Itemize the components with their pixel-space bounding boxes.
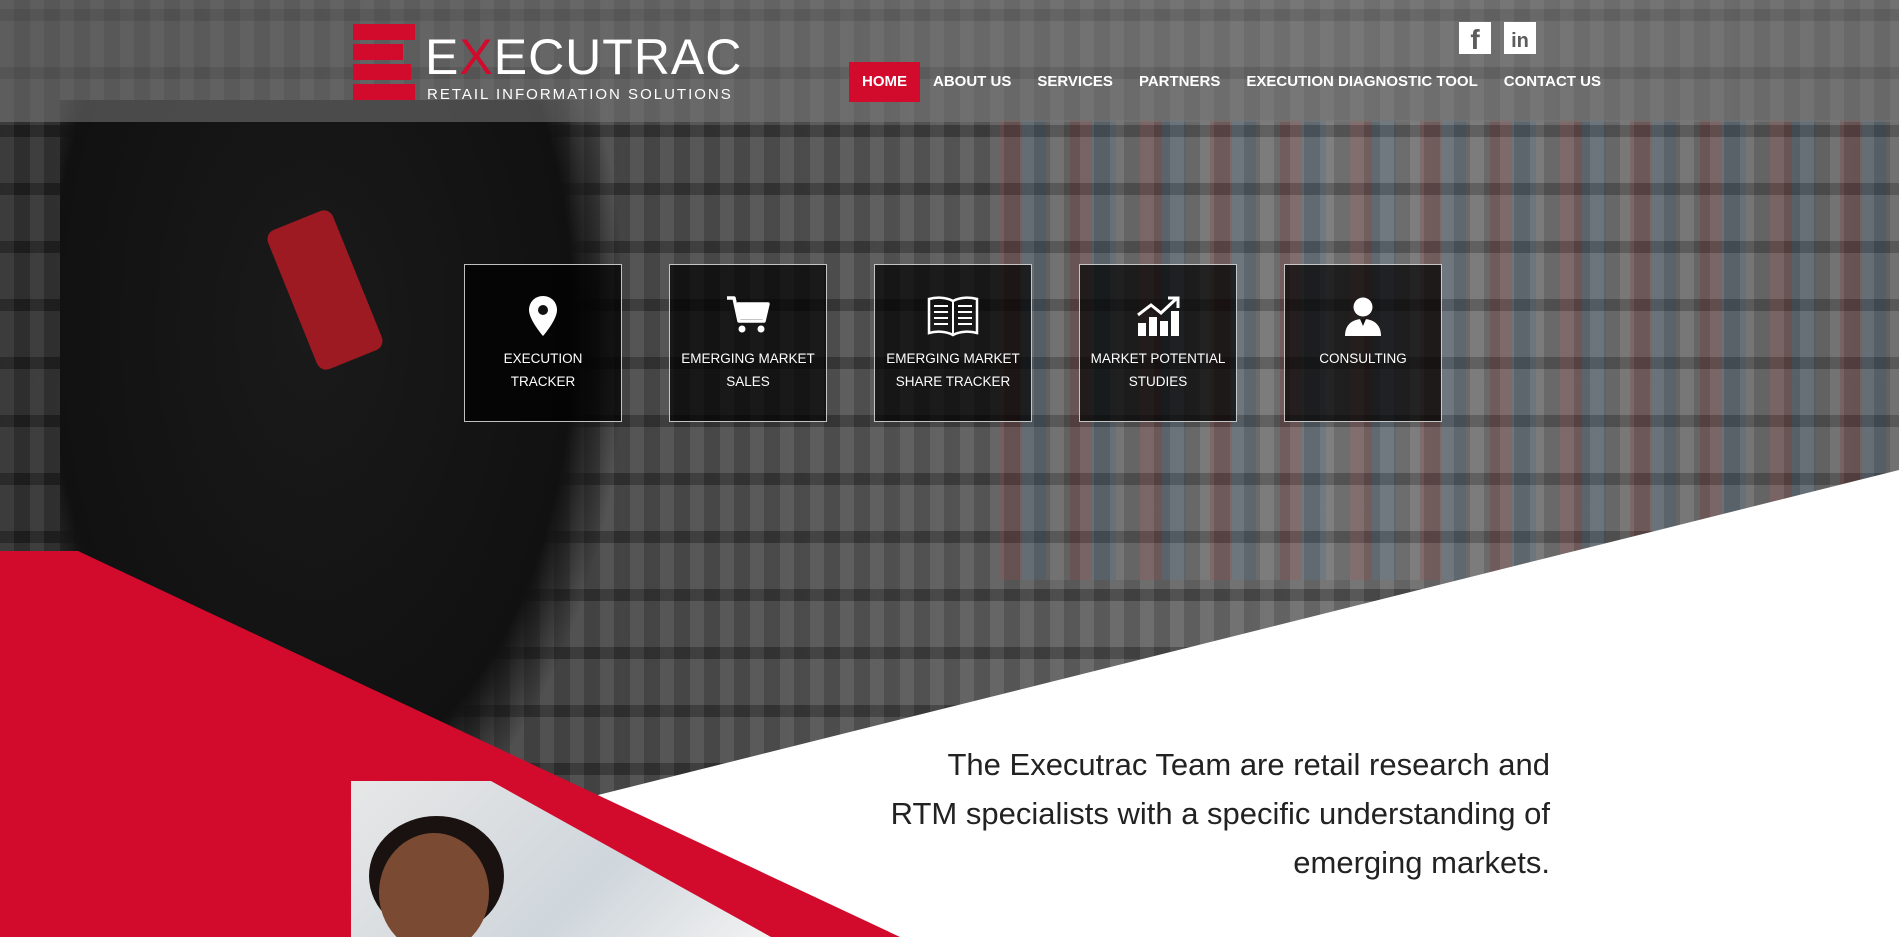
nav-contact-us[interactable]: CONTACT US	[1491, 62, 1614, 102]
logo-wordmark: EXECUTRAC	[425, 29, 743, 85]
tile-execution-tracker[interactable]: EXECUTION TRACKER	[464, 264, 622, 422]
tile-label: EMERGING MARKET SALES	[681, 351, 815, 389]
hero-section: EXECUTRAC RETAIL INFORMATION SOLUTIONS f…	[0, 0, 1899, 937]
service-tiles: EXECUTION TRACKER EMERGING MARKET SALES …	[464, 264, 1444, 424]
logo-mark-icon	[353, 24, 415, 102]
shopping-cart-icon	[727, 296, 770, 333]
nav-home[interactable]: HOME	[849, 62, 920, 102]
tile-emerging-market-share-tracker[interactable]: EMERGING MARKET SHARE TRACKER	[874, 264, 1032, 422]
tile-label: CONSULTING	[1319, 351, 1407, 366]
about-intro-text: The Executrac Team are retail research a…	[890, 747, 1550, 880]
header-bar	[0, 0, 1899, 122]
tile-label: EMERGING MARKET SHARE TRACKER	[886, 351, 1020, 389]
nav-partners[interactable]: PARTNERS	[1126, 62, 1233, 102]
tile-emerging-market-sales[interactable]: EMERGING MARKET SALES	[669, 264, 827, 422]
main-navigation: HOME ABOUT US SERVICES PARTNERS EXECUTIO…	[849, 62, 1614, 102]
logo-wordmark-accent: X	[459, 29, 494, 85]
tile-market-potential-studies[interactable]: MARKET POTENTIAL STUDIES	[1079, 264, 1237, 422]
nav-execution-diagnostic-tool[interactable]: EXECUTION DIAGNOSTIC TOOL	[1233, 62, 1490, 102]
facebook-icon[interactable]: f	[1459, 22, 1491, 54]
site-logo[interactable]: EXECUTRAC RETAIL INFORMATION SOLUTIONS	[353, 24, 741, 106]
nav-about-us[interactable]: ABOUT US	[920, 62, 1024, 102]
consultant-icon	[1345, 297, 1381, 336]
tile-label: EXECUTION TRACKER	[503, 351, 583, 389]
nav-services[interactable]: SERVICES	[1024, 62, 1126, 102]
map-pin-icon	[529, 296, 557, 336]
open-book-icon	[927, 296, 979, 337]
tile-label: MARKET POTENTIAL STUDIES	[1090, 351, 1226, 389]
linkedin-icon[interactable]: in	[1504, 22, 1536, 54]
tile-consulting[interactable]: CONSULTING	[1284, 264, 1442, 422]
logo-tagline: RETAIL INFORMATION SOLUTIONS	[427, 86, 733, 103]
growth-chart-icon	[1137, 296, 1180, 336]
